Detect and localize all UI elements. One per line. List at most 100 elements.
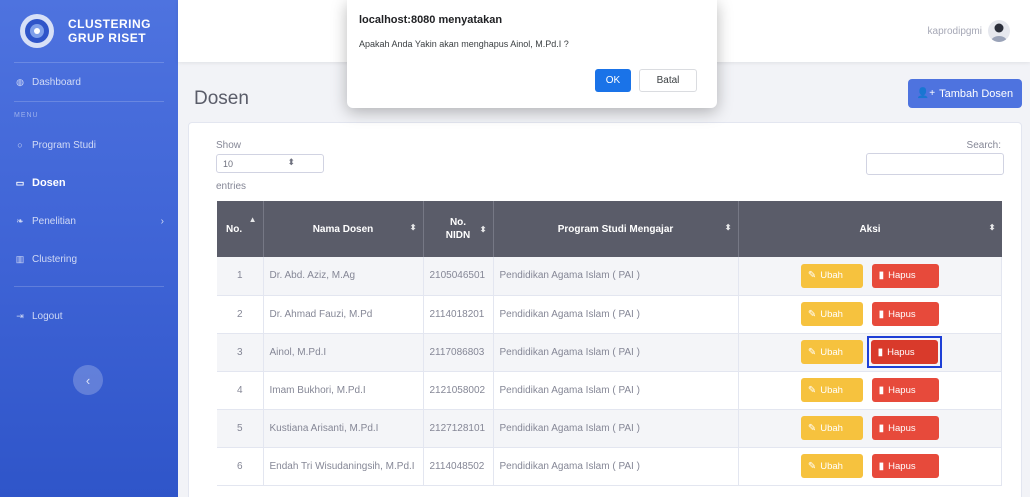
cell-nidn: 2121058002 <box>423 371 494 410</box>
edit-button[interactable]: ✎ Ubah <box>800 263 863 288</box>
cell-nama: Dr. Abd. Aziz, M.Ag <box>263 257 424 296</box>
edit-label: Ubah <box>820 422 843 434</box>
user-menu[interactable]: kaprodipgmi <box>928 20 1010 42</box>
sidebar-toggle-button[interactable]: ‹ <box>73 365 103 395</box>
page-length-select[interactable]: 10 ⬍ <box>216 154 324 173</box>
cell-prodi: Pendidikan Agama Islam ( PAI ) <box>493 295 739 334</box>
header-label: No. <box>226 223 243 235</box>
delete-label: Hapus <box>888 460 916 472</box>
cell-no: 5 <box>217 409 264 448</box>
column-header-nidn[interactable]: No. NIDN ⬍ <box>423 201 494 257</box>
sidebar-divider <box>14 286 164 287</box>
header-label: Program Studi Mengajar <box>557 223 674 235</box>
circle-icon: ○ <box>17 140 23 150</box>
brand-line-1: CLUSTERING <box>68 17 151 31</box>
table-row: 6 Endah Tri Wisudaningsih, M.Pd.I 211404… <box>217 447 1002 486</box>
trash-icon: ▮ <box>878 422 885 434</box>
brand-line-2: GRUP RISET <box>68 31 147 45</box>
edit-icon: ✎ <box>807 308 817 320</box>
edit-button[interactable]: ✎ Ubah <box>800 302 863 326</box>
add-dosen-label: Tambah Dosen <box>939 87 1014 100</box>
sidebar-item-label: Dosen <box>32 177 66 189</box>
cell-prodi: Pendidikan Agama Islam ( PAI ) <box>493 447 739 486</box>
cell-nama: Imam Bukhori, M.Pd.I <box>263 371 424 410</box>
cell-no: 4 <box>217 371 264 410</box>
cell-aksi: ✎ Ubah ▮ Hapus <box>738 409 1002 448</box>
cell-aksi: ✎ Ubah ▮ Hapus <box>738 333 1002 372</box>
column-header-nama[interactable]: Nama Dosen ⬍ <box>263 201 424 257</box>
delete-label: Hapus <box>888 384 916 396</box>
cell-aksi: ✎ Ubah ▮ Hapus <box>738 447 1002 486</box>
cell-aksi: ✎ Ubah ▮ Hapus <box>738 295 1002 334</box>
select-caret-icon: ⬍ <box>287 157 295 167</box>
search-input[interactable] <box>866 153 1004 175</box>
dashboard-icon: ◍ <box>16 76 24 87</box>
sidebar-item-label: Dashboard <box>32 76 81 88</box>
page-length-value: 10 <box>223 158 234 169</box>
sidebar-item-clustering[interactable]: ▥ Clustering <box>0 240 178 278</box>
edit-icon: ✎ <box>807 346 817 358</box>
column-header-prodi[interactable]: Program Studi Mengajar ⬍ <box>493 201 739 257</box>
search-label: Search: <box>966 140 1001 151</box>
delete-button[interactable]: ▮ Hapus <box>871 378 939 402</box>
sort-icon: ⬍ <box>988 223 996 232</box>
sort-icon: ⬍ <box>724 223 732 232</box>
delete-button[interactable]: ▮ Hapus <box>871 263 939 288</box>
sidebar-item-penelitian[interactable]: ❧ Penelitian › <box>0 202 178 240</box>
bars-icon: ▥ <box>15 253 25 264</box>
user-plus-icon: 👤+ <box>916 88 936 99</box>
sidebar-item-logout[interactable]: ⇥ Logout <box>0 297 178 335</box>
chevron-left-icon: ‹ <box>85 372 91 388</box>
dialog-ok-button[interactable]: OK <box>595 69 631 92</box>
dialog-cancel-button[interactable]: Batal <box>639 69 697 92</box>
cell-nama: Kustiana Arisanti, M.Pd.I <box>263 409 424 448</box>
focused-delete-highlight: ▮ Hapus <box>866 336 942 368</box>
edit-label: Ubah <box>820 270 843 282</box>
username: kaprodipgmi <box>927 25 982 37</box>
trash-icon: ▮ <box>878 460 885 472</box>
sidebar-item-label: Clustering <box>32 253 78 265</box>
edit-label: Ubah <box>820 460 843 472</box>
delete-label: Hapus <box>888 308 916 320</box>
logo-icon <box>20 14 54 48</box>
dialog-message: Apakah Anda Yakin akan menghapus Ainol, … <box>359 39 569 49</box>
sort-icon: ⬍ <box>409 223 417 232</box>
cell-prodi: Pendidikan Agama Islam ( PAI ) <box>493 333 739 372</box>
edit-label: Ubah <box>820 308 843 320</box>
sidebar-item-program-studi[interactable]: ○ Program Studi <box>0 126 178 164</box>
cell-nama: Endah Tri Wisudaningsih, M.Pd.I <box>263 447 424 486</box>
sort-icon: ⬍ <box>479 225 487 234</box>
edit-button[interactable]: ✎ Ubah <box>800 454 863 478</box>
delete-button[interactable]: ▮ Hapus <box>871 454 939 478</box>
edit-label: Ubah <box>820 384 843 396</box>
edit-button[interactable]: ✎ Ubah <box>800 340 863 364</box>
sidebar-item-dosen[interactable]: ▭ Dosen <box>0 164 178 202</box>
cell-nidn: 2105046501 <box>423 257 494 296</box>
edit-icon: ✎ <box>807 460 817 472</box>
add-dosen-button[interactable]: 👤+ Tambah Dosen <box>908 79 1022 108</box>
edit-button[interactable]: ✎ Ubah <box>800 378 863 402</box>
edit-button[interactable]: ✎ Ubah <box>800 416 863 440</box>
header-label: Aksi <box>859 223 881 235</box>
trash-icon: ▮ <box>877 346 884 358</box>
cell-prodi: Pendidikan Agama Islam ( PAI ) <box>493 257 739 296</box>
header-label: NIDN <box>445 230 471 241</box>
logout-icon: ⇥ <box>16 310 24 321</box>
column-header-no[interactable]: No. ▲ <box>217 201 264 257</box>
sidebar-item-dashboard[interactable]: ◍ Dashboard <box>0 63 178 101</box>
delete-button[interactable]: ▮ Hapus <box>871 302 939 326</box>
sidebar: CLUSTERING GRUP RISET ◍ Dashboard MENU ○… <box>0 0 178 497</box>
table-row: 5 Kustiana Arisanti, M.Pd.I 2127128101 P… <box>217 409 1002 448</box>
column-header-aksi[interactable]: Aksi ⬍ <box>738 201 1002 257</box>
trash-icon: ▮ <box>878 384 885 396</box>
cell-prodi: Pendidikan Agama Islam ( PAI ) <box>493 409 739 448</box>
cell-nama: Ainol, M.Pd.I <box>263 333 424 372</box>
delete-button[interactable]: ▮ Hapus <box>871 416 939 440</box>
sidebar-item-label: Program Studi <box>32 139 96 151</box>
header-label: Nama Dosen <box>312 223 374 235</box>
brand[interactable]: CLUSTERING GRUP RISET <box>0 0 178 62</box>
delete-button[interactable]: ▮ Hapus <box>870 340 938 364</box>
cell-nidn: 2114018201 <box>423 295 494 334</box>
cell-aksi: ✎ Ubah ▮ Hapus <box>738 371 1002 410</box>
table-row: 2 Dr. Ahmad Fauzi, M.Pd 2114018201 Pendi… <box>217 295 1002 334</box>
